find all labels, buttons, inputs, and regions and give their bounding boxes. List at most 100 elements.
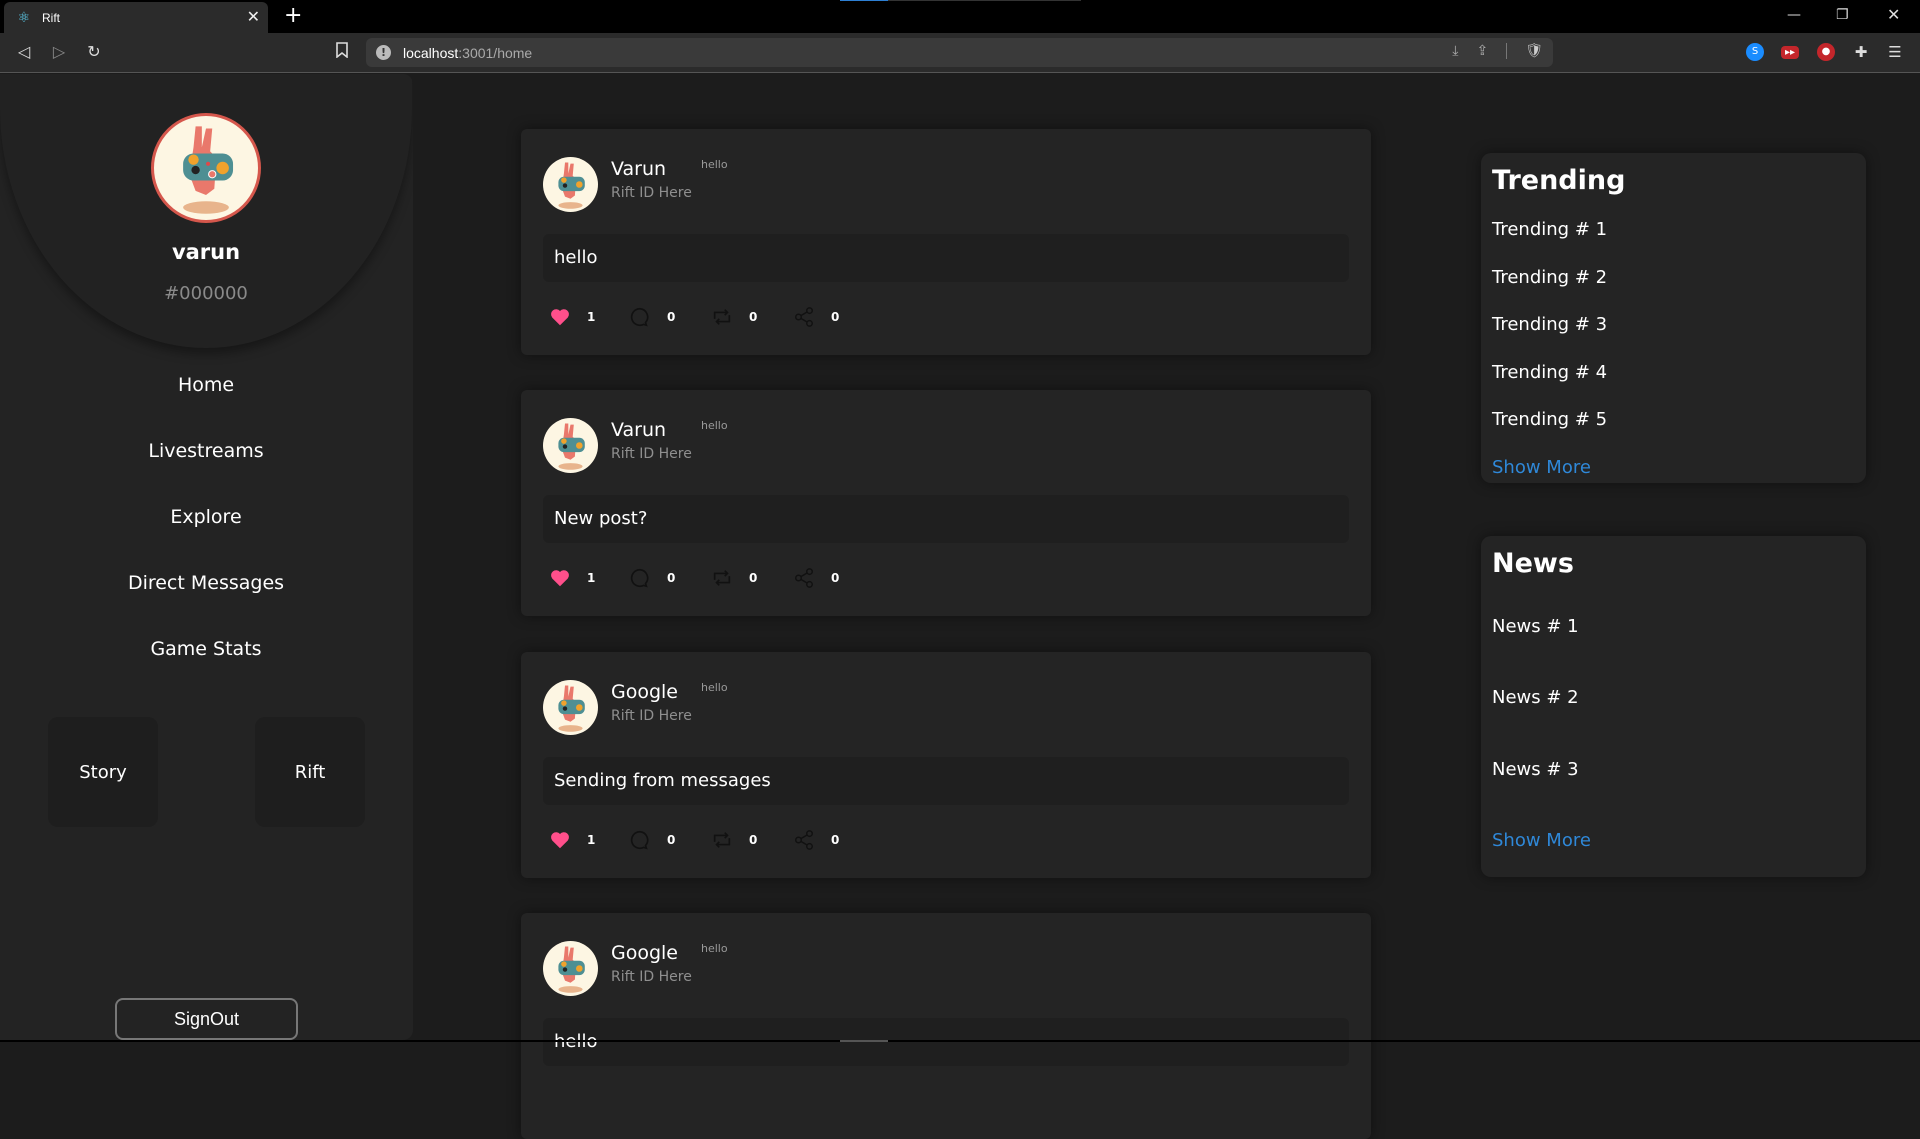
nav-game-stats[interactable]: Game Stats [0, 638, 412, 660]
news-item[interactable]: News # 3 [1492, 759, 1579, 780]
shazam-extension-icon[interactable]: S [1746, 43, 1764, 61]
url-divider [1506, 43, 1508, 59]
trending-item[interactable]: Trending # 2 [1492, 267, 1607, 288]
repost-button[interactable]: 0 [711, 305, 757, 329]
comment-count: 0 [667, 571, 676, 585]
heart-icon [551, 570, 569, 587]
extensions-puzzle-icon[interactable]: ✚ [1852, 43, 1870, 61]
nav-direct-messages[interactable]: Direct Messages [0, 572, 412, 594]
close-tab-icon[interactable]: ✕ [247, 9, 260, 25]
share-button[interactable]: 0 [793, 828, 839, 852]
repost-count: 0 [749, 310, 758, 324]
post-timestamp: hello [701, 942, 728, 955]
like-count: 1 [587, 310, 596, 324]
react-favicon-icon: ⚛ [17, 9, 31, 26]
signout-button[interactable]: SignOut [115, 998, 298, 1040]
post-content: hello [543, 234, 1349, 282]
trending-widget: Trending Trending # 1 Trending # 2 Trend… [1481, 153, 1866, 483]
comment-icon [630, 307, 649, 327]
story-button[interactable]: Story [48, 717, 158, 827]
post-author[interactable]: Varun [611, 158, 666, 180]
trending-title: Trending [1492, 165, 1626, 196]
post-avatar[interactable] [543, 157, 598, 212]
browser-toolbar: ◁ ▷ ↻ ! localhost:3001/home ⤓ ⇪ 🛡 S ▸▸ ●… [0, 33, 1920, 73]
window-close-icon[interactable]: ✕ [1887, 6, 1900, 24]
url-text[interactable]: localhost:3001/home [403, 45, 532, 61]
like-count: 1 [587, 833, 596, 847]
profile-tag: #000000 [164, 283, 248, 304]
brave-shields-icon[interactable]: 🛡 [1525, 43, 1543, 59]
heart-icon [551, 309, 569, 326]
share-count: 0 [831, 571, 840, 585]
news-item[interactable]: News # 2 [1492, 687, 1579, 708]
profile-avatar[interactable] [151, 113, 261, 223]
nav-explore[interactable]: Explore [0, 506, 412, 528]
repost-button[interactable]: 0 [711, 828, 757, 852]
news-title: News [1492, 548, 1574, 579]
comment-button[interactable]: 0 [629, 566, 675, 590]
trending-show-more-link[interactable]: Show More [1492, 457, 1591, 478]
bookmark-icon[interactable] [332, 42, 352, 62]
nav-livestreams[interactable]: Livestreams [0, 440, 412, 462]
repost-button[interactable]: 0 [711, 566, 757, 590]
comment-count: 0 [667, 833, 676, 847]
post-author[interactable]: Google [611, 942, 678, 964]
video-speed-extension-icon[interactable]: ▸▸ [1781, 46, 1799, 59]
post-timestamp: hello [701, 419, 728, 432]
controller-hand-avatar-icon [183, 126, 234, 214]
forward-icon[interactable]: ▷ [49, 42, 69, 62]
record-extension-icon[interactable]: ● [1817, 43, 1835, 61]
trending-item[interactable]: Trending # 4 [1492, 362, 1607, 383]
comment-icon [630, 830, 649, 850]
rift-button[interactable]: Rift [255, 717, 365, 827]
comment-icon [630, 568, 649, 588]
post-content: New post? [543, 495, 1349, 543]
post-author[interactable]: Google [611, 681, 678, 703]
repost-icon [713, 832, 731, 848]
news-widget: News News # 1 News # 2 News # 3 Show Mor… [1481, 536, 1866, 877]
share-page-icon[interactable]: ⇪ [1476, 43, 1488, 59]
heart-icon [551, 832, 569, 849]
post-avatar[interactable] [543, 941, 598, 996]
like-button[interactable]: 1 [549, 828, 595, 852]
post-avatar[interactable] [543, 680, 598, 735]
install-app-icon[interactable]: ⤓ [1452, 43, 1458, 59]
share-button[interactable]: 0 [793, 566, 839, 590]
trending-item[interactable]: Trending # 3 [1492, 314, 1607, 335]
site-info-icon[interactable]: ! [376, 45, 391, 60]
controller-hand-avatar-icon [558, 162, 585, 209]
comment-button[interactable]: 0 [629, 305, 675, 329]
like-count: 1 [587, 571, 596, 585]
minimize-icon[interactable]: — [1787, 6, 1801, 24]
share-icon [795, 568, 813, 588]
repost-count: 0 [749, 833, 758, 847]
back-icon[interactable]: ◁ [14, 42, 34, 62]
news-show-more-link[interactable]: Show More [1492, 830, 1591, 851]
nav-home[interactable]: Home [0, 374, 412, 396]
restore-icon[interactable]: ❐ [1836, 6, 1849, 24]
controller-hand-avatar-icon [558, 685, 585, 732]
address-bar[interactable]: ! localhost:3001/home ⤓ ⇪ 🛡 [366, 38, 1553, 67]
share-button[interactable]: 0 [793, 305, 839, 329]
like-button[interactable]: 1 [549, 566, 595, 590]
trending-item[interactable]: Trending # 1 [1492, 219, 1607, 240]
tab-scroll-indicator [840, 0, 1081, 1]
post-content: hello [543, 1018, 1349, 1066]
new-tab-icon[interactable]: + [284, 4, 302, 28]
post-rift-id: Rift ID Here [611, 708, 692, 724]
post-actions: 1 0 0 0 [549, 828, 949, 852]
comment-button[interactable]: 0 [629, 828, 675, 852]
trending-item[interactable]: Trending # 5 [1492, 409, 1607, 430]
post-actions: 1 0 0 0 [549, 566, 949, 590]
post-avatar[interactable] [543, 418, 598, 473]
news-item[interactable]: News # 1 [1492, 616, 1579, 637]
reload-icon[interactable]: ↻ [84, 42, 104, 62]
repost-count: 0 [749, 571, 758, 585]
browser-tab[interactable]: ⚛ Rift ✕ [4, 2, 268, 33]
post-content: Sending from messages [543, 757, 1349, 805]
post-author[interactable]: Varun [611, 419, 666, 441]
controller-hand-avatar-icon [558, 946, 585, 993]
like-button[interactable]: 1 [549, 305, 595, 329]
browser-menu-icon[interactable]: ☰ [1886, 43, 1904, 61]
post-card: Varun Rift ID Here hello hello 1 0 0 0 [521, 129, 1371, 355]
